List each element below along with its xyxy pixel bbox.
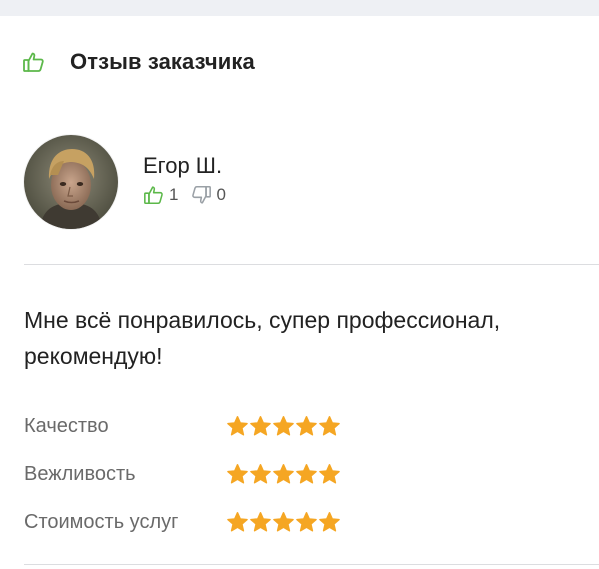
star-icon [273,415,294,435]
rating-row: Качество [24,402,341,450]
divider [24,564,599,565]
like-count: 1 [169,185,179,204]
star-icon [296,511,317,531]
star-icon [227,415,248,435]
star-icon [273,511,294,531]
thumbs-up-icon [144,186,163,205]
divider [24,264,599,265]
star-icon [319,511,340,531]
dislike-count: 0 [216,185,226,204]
rating-label: Качество [24,414,109,437]
star-icon [296,463,317,483]
star-icon [227,511,248,531]
star-icon [250,463,271,483]
star-icon [319,463,340,483]
star-icon [296,415,317,435]
star-icon [273,463,294,483]
reviewer-name[interactable]: Егор Ш. [143,152,238,180]
star-rating [226,463,341,486]
like-button[interactable]: 1 [143,184,178,206]
thumbs-up-icon [22,50,46,74]
rating-label: Стоимость услуг [24,510,179,533]
dislike-button[interactable]: 0 [190,184,226,206]
star-icon [319,415,340,435]
star-rating [226,415,341,438]
rating-label: Вежливость [24,462,136,485]
rating-row: Вежливость [24,450,341,498]
review-title: Отзыв заказчика [70,49,255,74]
thumbs-down-icon [192,185,212,204]
ratings: Качество Вежливость Стоимость услуг [24,402,341,546]
votes: 1 0 [143,184,238,206]
star-icon [250,415,271,435]
top-band [0,0,599,16]
review-text: Мне всё понравилось, супер профессионал,… [24,307,501,369]
reviewer-card: Егор Ш. 1 0 [24,135,238,229]
review-header: Отзыв заказчика [22,46,255,78]
star-icon [250,511,271,531]
reviewer-info: Егор Ш. 1 0 [143,135,238,206]
rating-row: Стоимость услуг [24,498,341,546]
star-rating [226,511,341,534]
avatar[interactable] [24,135,118,229]
star-icon [227,463,248,483]
